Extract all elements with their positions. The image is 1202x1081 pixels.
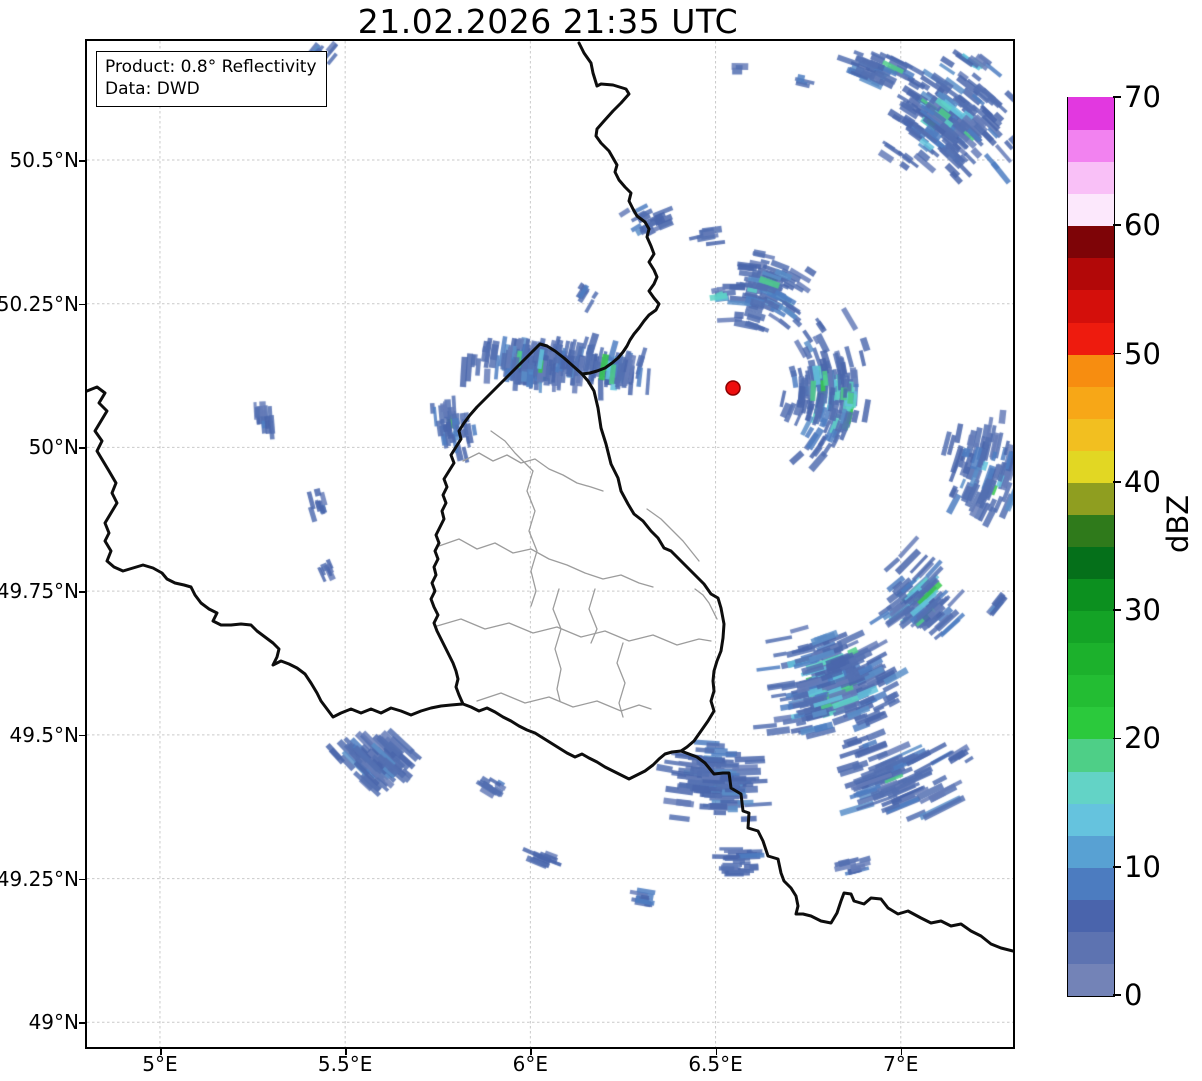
colorbar-segment (1068, 129, 1114, 163)
y-tick-label: 49.25°N (0, 866, 79, 891)
colorbar-segment (1068, 963, 1114, 996)
admin-border (490, 430, 534, 472)
colorbar-tick-mark (1113, 737, 1121, 740)
colorbar-tick-label: 60 (1124, 208, 1161, 243)
x-tick-label: 7°E (883, 1052, 919, 1076)
colorbar-tick-label: 70 (1124, 80, 1161, 114)
colorbar-segment (1068, 97, 1114, 131)
country-border (429, 342, 726, 781)
x-tick-mark (530, 1049, 532, 1055)
country-border (577, 41, 661, 376)
colorbar-tick-mark (1113, 96, 1121, 98)
colorbar-segment (1068, 674, 1114, 708)
y-tick-label: 49.5°N (9, 722, 80, 747)
y-tick-mark (79, 1022, 85, 1024)
colorbar-segment (1068, 450, 1114, 483)
colorbar-segment (1068, 418, 1114, 451)
y-tick-mark (79, 159, 85, 162)
colorbar-tick-label: 0 (1124, 978, 1143, 1012)
colorbar-tick-label: 50 (1124, 336, 1161, 371)
radar-site-marker (725, 380, 741, 396)
y-tick-mark (79, 878, 85, 881)
colorbar-segment (1068, 289, 1114, 323)
admin-border (694, 588, 718, 620)
map-plot-area (85, 39, 1015, 1049)
colorbar-tick-mark (1113, 352, 1121, 355)
x-tick-mark (345, 1049, 347, 1055)
admin-border (552, 588, 562, 702)
colorbar-segment (1068, 482, 1114, 515)
x-tick-label: 6.5°E (688, 1052, 743, 1076)
country-border (679, 749, 1013, 953)
colorbar-segment (1068, 353, 1114, 387)
colorbar-tick-mark (1113, 224, 1121, 227)
colorbar-segment (1068, 193, 1114, 227)
x-tick-label: 5°E (142, 1052, 178, 1076)
colorbar-segment (1068, 546, 1114, 580)
colorbar-segment (1068, 802, 1114, 836)
colorbar-segment (1068, 706, 1114, 740)
colorbar (1067, 97, 1115, 997)
y-tick-mark (79, 734, 85, 737)
colorbar-tick-label: 40 (1124, 464, 1161, 499)
y-tick-mark (79, 303, 85, 306)
colorbar-tick-mark (1113, 865, 1121, 868)
radar-figure: 21.02.2026 21:35 UTC Product: 0.8° Refle… (0, 0, 1202, 1081)
colorbar-tick-label: 10 (1124, 849, 1161, 884)
colorbar-segment (1068, 867, 1114, 900)
colorbar-segment (1068, 835, 1114, 868)
colorbar-axis-label: dBZ (1161, 494, 1195, 553)
x-tick-mark (900, 1049, 903, 1055)
admin-border (438, 538, 654, 588)
country-border (87, 385, 465, 719)
colorbar-segment (1068, 161, 1114, 195)
y-tick-mark (79, 591, 85, 593)
admin-border (476, 692, 652, 712)
colorbar-segment (1068, 257, 1114, 291)
y-tick-label: 50.5°N (9, 147, 80, 172)
colorbar-segment (1068, 578, 1114, 612)
product-line: Product: 0.8° Reflectivity (105, 57, 317, 77)
colorbar-segment (1068, 386, 1114, 419)
y-tick-label: 50.25°N (0, 291, 79, 316)
colorbar-tick-mark (1113, 994, 1121, 996)
y-tick-mark (79, 447, 85, 450)
colorbar-segment (1068, 899, 1114, 932)
colorbar-segment (1068, 770, 1114, 804)
admin-border (616, 642, 626, 718)
admin-border (436, 618, 712, 646)
colorbar-tick-mark (1113, 609, 1121, 612)
colorbar-tick-label: 20 (1124, 721, 1161, 756)
colorbar-segment (1068, 931, 1114, 964)
colorbar-segment (1068, 610, 1114, 644)
data-source-line: Data: DWD (105, 79, 200, 100)
admin-border (526, 470, 538, 607)
country-borders-layer (87, 41, 1013, 953)
colorbar-segment (1068, 738, 1114, 772)
y-tick-label: 49.75°N (0, 579, 79, 604)
figure-title: 21.02.2026 21:35 UTC (357, 2, 739, 41)
x-tick-mark (159, 1049, 162, 1055)
x-tick-label: 6°E (512, 1052, 549, 1076)
colorbar-segment (1068, 321, 1114, 355)
y-tick-label: 50°N (28, 435, 79, 460)
colorbar-segment (1068, 514, 1114, 547)
x-tick-mark (715, 1049, 718, 1055)
colorbar-segment (1068, 225, 1114, 259)
x-tick-label: 5.5°E (317, 1052, 373, 1076)
colorbar-tick-mark (1113, 480, 1121, 483)
colorbar-tick-label: 30 (1124, 593, 1161, 628)
colorbar-segment (1068, 642, 1114, 676)
y-tick-label: 49°N (28, 1010, 79, 1035)
product-info-box: Product: 0.8° Reflectivity Data: DWD (96, 51, 327, 107)
